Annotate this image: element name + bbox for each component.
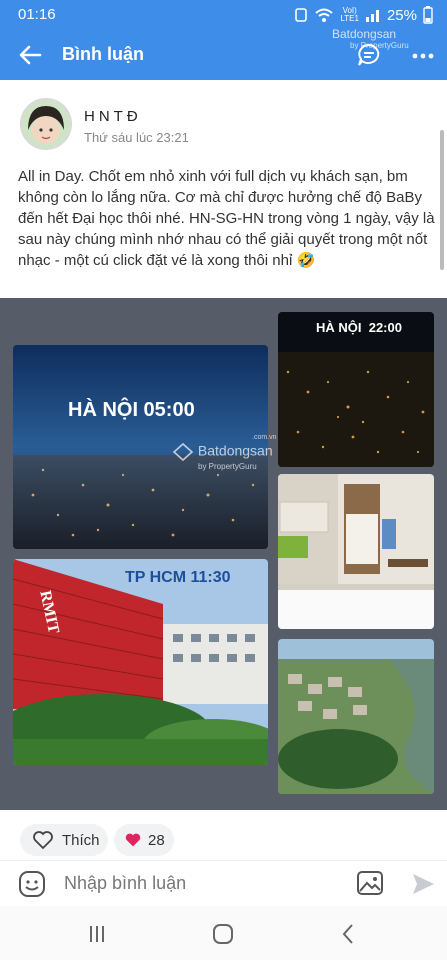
status-bar: 01:16 VoI) LTE1 25% — [0, 0, 447, 30]
like-button[interactable]: Thích — [20, 824, 108, 856]
watermark-house-icon — [172, 442, 194, 462]
avatar[interactable] — [20, 98, 72, 150]
photo-aerial-river[interactable] — [278, 639, 434, 794]
emoji-icon[interactable] — [18, 870, 46, 898]
page-title: Bình luận — [62, 44, 144, 64]
heart-filled-icon — [125, 833, 141, 847]
system-back-icon[interactable] — [340, 923, 356, 945]
more-icon[interactable] — [410, 42, 436, 68]
battery-icon — [423, 6, 433, 24]
comment-input[interactable]: Nhập bình luận — [64, 873, 186, 894]
caption-hanoi-night: HÀ NỘI 22:00 — [316, 320, 402, 335]
alarm-icon — [295, 8, 308, 22]
watermark-center: Batdongsan .com.vn by PropertyGuru — [172, 434, 277, 471]
reaction-count[interactable]: 28 — [114, 824, 174, 856]
status-time: 01:16 — [18, 6, 56, 23]
author-name[interactable]: HNTĐ — [84, 108, 142, 125]
wifi-icon — [315, 8, 334, 22]
network-label: VoI) LTE1 — [340, 6, 359, 23]
caption-hanoi-morning: HÀ NỘI 05:00 — [68, 399, 195, 421]
aerial-park-image — [278, 639, 434, 794]
comment-composer: Nhập bình luận — [0, 860, 447, 907]
reactions-row: Thích 28 — [0, 818, 447, 858]
send-icon[interactable] — [410, 871, 436, 897]
avatar-image — [22, 100, 70, 148]
image-icon[interactable] — [356, 870, 384, 896]
photo-hotel-room[interactable] — [278, 474, 434, 629]
hotel-room-image — [278, 474, 434, 629]
signal-icon — [365, 10, 379, 22]
caption-hcm: TP HCM 11:30 — [125, 569, 231, 586]
watermark-top: Batdongsan by PropertyGuru — [332, 27, 409, 50]
status-icons: VoI) LTE1 25% — [294, 6, 433, 24]
recent-apps-icon[interactable] — [87, 924, 107, 944]
heart-outline-icon — [33, 831, 53, 850]
post-text: All in Day. Chốt em nhỏ xinh với full dị… — [18, 168, 435, 269]
photo-hcm[interactable]: RMIT TP HCM 11:30 — [13, 559, 268, 765]
photo-hanoi-night[interactable]: HÀ NỘI 22:00 — [278, 312, 434, 467]
scrollbar[interactable] — [440, 130, 444, 270]
photo-gallery[interactable]: HÀ NỘI 05:00 Batdongsan .com.vn by Prope… — [0, 298, 447, 810]
like-label: Thích — [62, 831, 100, 849]
system-navigation-bar — [0, 906, 447, 960]
night-city-image — [278, 312, 434, 467]
battery-percent: 25% — [386, 6, 417, 24]
home-icon[interactable] — [212, 923, 234, 945]
heart-count: 28 — [148, 831, 165, 849]
back-arrow-icon[interactable] — [16, 41, 44, 69]
post-timestamp: Thứ sáu lúc 23:21 — [84, 130, 189, 145]
